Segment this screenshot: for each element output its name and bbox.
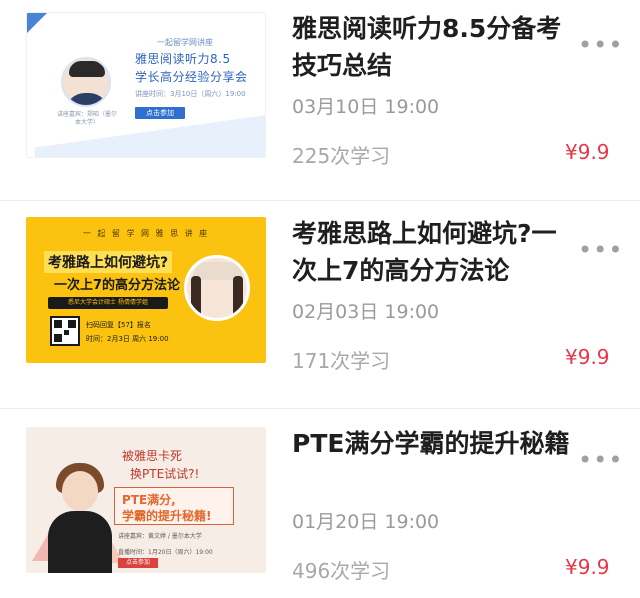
course-item[interactable]: 被雅思卡死 换PTE试试?! PTE满分, 学霸的提升秘籍! 讲座嘉宾：黄文婷 … [0,415,640,598]
course-item[interactable]: 一起留学网讲座 雅思阅读听力8.5 学长高分经验分享会 讲座时间：3月10日（周… [0,0,640,200]
course-date: 01月20日 19:00 [292,511,440,533]
course-price: ¥9.9 [565,140,610,164]
photo-hair [69,61,105,77]
more-dots-icon[interactable]: ••• [578,238,623,262]
thumbnail-join-button: 点击参加 [118,558,158,568]
course-thumbnail[interactable]: 被雅思卡死 换PTE试试?! PTE满分, 学霸的提升秘籍! 讲座嘉宾：黄文婷 … [26,427,266,573]
learner-count: 171次学习 [292,349,391,373]
thumbnail-headline-1: PTE满分, [122,493,176,507]
learner-count: 225次学习 [292,144,391,168]
thumbnail-headline-1: 考雅路上如何避坑? [44,251,173,273]
corner-accent [27,13,47,33]
course-title[interactable]: 考雅思路上如何避坑?一次上7的高分方法论 [292,215,577,289]
course-list: 一起留学网讲座 雅思阅读听力8.5 学长高分经验分享会 讲座时间：3月10日（周… [0,0,640,598]
learner-count: 496次学习 [292,559,391,583]
thumbnail-time: 直播时间：1月20日（周六）19:00 [118,549,213,556]
more-dots-icon[interactable]: ••• [578,33,623,57]
thumbnail-header: 一 起 留 学 网 雅 思 讲 座 [82,229,210,238]
qr-block [64,330,69,335]
qr-block [68,320,76,328]
divider [0,200,640,201]
photo-hair [233,276,243,316]
thumbnail-time: 时间：2月3日 周六 19:00 [86,335,169,343]
thumbnail-headline-2: 一次上7的高分方法论 [54,278,181,293]
course-date: 02月03日 19:00 [292,301,440,323]
photo-shirt [65,93,109,105]
course-thumbnail[interactable]: 一 起 留 学 网 雅 思 讲 座 考雅路上如何避坑? 一次上7的高分方法论 悉… [26,217,266,363]
thumbnail-headline-1: 雅思阅读听力8.5 [135,52,231,66]
thumbnail-time: 讲座时间：3月10日（周六）19:00 [135,90,246,98]
qr-block [54,334,62,342]
photo-hair [191,276,201,316]
thumbnail-caption: 一起留学网讲座 [157,38,213,47]
qr-block [54,320,62,328]
thumbnail-speaker: 讲座嘉宾：黄文婷 / 墨尔本大学 [118,533,202,540]
speaker-face [62,471,98,511]
thumbnail-question-2: 换PTE试试?! [130,467,200,481]
course-price: ¥9.9 [565,345,610,369]
course-title[interactable]: 雅思阅读听力8.5分备考技巧总结 [292,10,577,84]
qr-code-icon [50,316,80,346]
divider [0,408,640,409]
course-thumbnail[interactable]: 一起留学网讲座 雅思阅读听力8.5 学长高分经验分享会 讲座时间：3月10日（周… [26,12,266,158]
thumbnail-headline-2: 学长高分经验分享会 [135,70,248,84]
speaker-photo [61,57,111,107]
thumbnail-question-1: 被雅思卡死 [122,449,183,463]
thumbnail-speaker-bar: 悉尼大学会计硕士 杨倩倩学姐 [48,297,168,309]
speaker-photo [184,255,250,321]
more-dots-icon[interactable]: ••• [578,448,623,472]
course-item[interactable]: 一 起 留 学 网 雅 思 讲 座 考雅路上如何避坑? 一次上7的高分方法论 悉… [0,205,640,405]
course-date: 03月10日 19:00 [292,96,440,118]
thumbnail-scan-line: 扫码回复【57】报名 [86,321,151,329]
thumbnail-speaker: 讲座嘉宾：郑昭（墨尔本大学） [57,111,118,126]
thumbnail-join-button: 点击参加 [135,107,185,119]
course-title[interactable]: PTE满分学霸的提升秘籍 [292,425,577,462]
course-price: ¥9.9 [565,555,610,579]
thumbnail-headline-2: 学霸的提升秘籍! [122,509,212,523]
speaker-body [48,511,112,573]
